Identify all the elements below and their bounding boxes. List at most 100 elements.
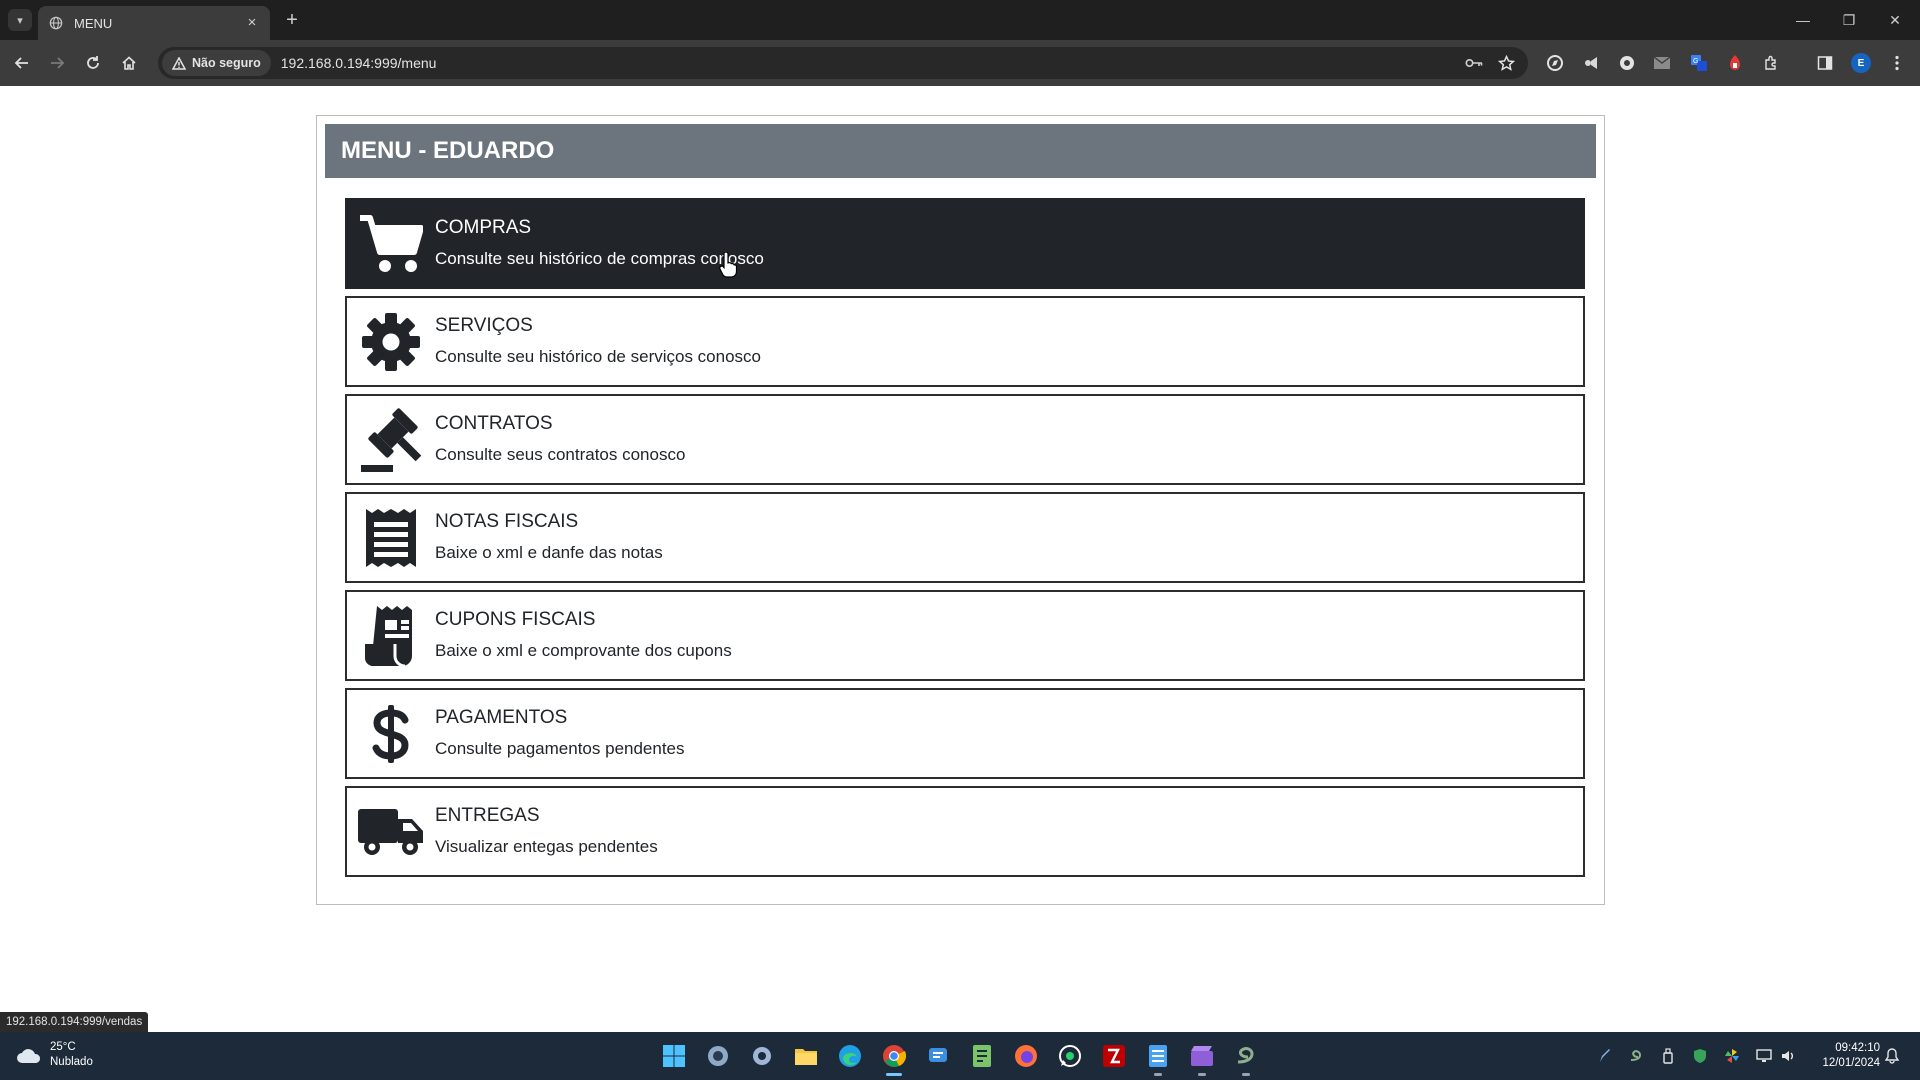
tray-volume-icon[interactable] — [1778, 1046, 1798, 1066]
minimize-button[interactable]: — — [1780, 6, 1826, 34]
side-panel-icon[interactable] — [1814, 52, 1836, 74]
app-round-icon — [708, 1046, 728, 1066]
system-clock[interactable]: 09:42:10 12/01/2024 — [1808, 1041, 1880, 1071]
menu-item-subtitle: Consulte pagamentos pendentes — [435, 739, 685, 758]
notification-bell-icon[interactable] — [1882, 1046, 1902, 1066]
notepad-icon — [1149, 1045, 1167, 1067]
extension-red-icon[interactable] — [1724, 52, 1746, 74]
tray-app-icon[interactable] — [1626, 1046, 1646, 1066]
start-button[interactable] — [658, 1040, 690, 1072]
extensions-puzzle-icon[interactable] — [1760, 52, 1782, 74]
home-icon — [122, 56, 136, 70]
reload-icon — [87, 56, 99, 69]
chrome-browser-icon — [883, 1045, 906, 1067]
back-button[interactable] — [8, 49, 36, 77]
app-logo-icon — [1237, 1047, 1254, 1064]
menu-item-subtitle: Consulte seu histórico de serviços conos… — [435, 347, 761, 366]
browser-menu-icon[interactable] — [1886, 52, 1908, 74]
taskbar-app-blue[interactable] — [922, 1040, 954, 1072]
taskbar-file-explorer[interactable] — [790, 1040, 822, 1072]
browser-tab[interactable]: MENU × — [38, 6, 270, 40]
menu-item-title: PAGAMENTOS — [435, 707, 568, 728]
extension-mail-icon[interactable] — [1651, 52, 1673, 74]
extension-record-icon[interactable] — [1616, 52, 1638, 74]
tray-pinwheel-icon[interactable] — [1722, 1046, 1742, 1066]
folder-icon — [795, 1049, 817, 1065]
menu-item-cupons-fiscais[interactable]: CUPONS FISCAIS Baixe o xml e comprovante… — [345, 590, 1585, 681]
forward-arrow-icon — [51, 57, 65, 69]
url-text[interactable]: 192.168.0.194:999/menu — [281, 55, 437, 71]
tray-pen-icon[interactable] — [1594, 1046, 1614, 1066]
clock-time: 09:42:10 — [1835, 1042, 1880, 1054]
shopping-cart-icon — [347, 198, 435, 289]
filezilla-icon — [1103, 1045, 1125, 1067]
menu-item-subtitle: Baixe o xml e comprovante dos cupons — [435, 641, 732, 660]
close-window-button[interactable]: ✕ — [1872, 6, 1918, 34]
security-indicator[interactable]: Não seguro — [162, 50, 271, 76]
forward-button[interactable] — [43, 49, 71, 77]
password-key-icon[interactable] — [1464, 53, 1484, 73]
taskbar-edge[interactable] — [834, 1040, 866, 1072]
taskbar-notes[interactable] — [1142, 1040, 1174, 1076]
restore-button[interactable]: ❐ — [1826, 6, 1872, 34]
app-chat-icon — [929, 1048, 947, 1062]
reload-button[interactable] — [79, 49, 107, 77]
menu-item-servicos[interactable]: SERVIÇOS Consulte seu histórico de servi… — [345, 296, 1585, 387]
menu-panel: MENU - EDUARDO COMPRAS Consulte seu hist… — [316, 115, 1605, 905]
tray-shield-icon[interactable] — [1690, 1046, 1710, 1066]
tab-close-icon[interactable]: × — [244, 15, 260, 31]
taskbar-media[interactable] — [1186, 1040, 1218, 1076]
menu-item-pagamentos[interactable]: PAGAMENTOS Consulte pagamentos pendentes — [345, 688, 1585, 779]
weather-widget[interactable]: 25°C Nublado — [16, 1040, 93, 1070]
tray-network-icon[interactable] — [1754, 1046, 1774, 1066]
link-status-bar: 192.168.0.194:999/vendas — [0, 1012, 149, 1032]
address-bar[interactable]: Não seguro 192.168.0.194:999/menu — [158, 47, 1528, 79]
menu-item-subtitle: Visualizar entegas pendentes — [435, 837, 658, 856]
menu-item-entregas[interactable]: ENTREGAS Visualizar entegas pendentes — [345, 786, 1585, 877]
menu-item-notas-fiscais[interactable]: NOTAS FISCAIS Baixe o xml e danfe das no… — [345, 492, 1585, 583]
gavel-icon — [347, 394, 435, 485]
windows-logo-icon — [663, 1045, 685, 1067]
weather-condition: Nublado — [50, 1056, 93, 1068]
hand-cursor-icon — [719, 252, 737, 278]
bookmark-star-icon[interactable] — [1496, 53, 1516, 73]
dollar-icon — [347, 688, 435, 779]
menu-item-subtitle: Consulte seus contratos conosco — [435, 445, 686, 464]
security-label: Não seguro — [192, 56, 261, 70]
taskbar-app-green[interactable] — [966, 1040, 998, 1072]
menu-item-contratos[interactable]: CONTRATOS Consulte seus contratos conosc… — [345, 394, 1585, 485]
profile-avatar[interactable]: E — [1850, 52, 1872, 74]
taskbar-app-serpent[interactable] — [1230, 1040, 1262, 1076]
menu-item-subtitle: Baixe o xml e danfe das notas — [435, 543, 663, 562]
taskbar-app-widget[interactable] — [702, 1040, 734, 1072]
menu-item-subtitle: Consulte seu histórico de compras conosc… — [435, 249, 764, 268]
truck-icon — [347, 786, 435, 877]
menu-item-title: ENTREGAS — [435, 805, 540, 826]
browser-toolbar: Não seguro 192.168.0.194:999/menu G E — [0, 40, 1920, 86]
taskbar-whatsapp[interactable] — [1054, 1040, 1086, 1072]
page-title: MENU - EDUARDO — [325, 124, 1596, 178]
back-arrow-icon — [14, 57, 28, 69]
settings-gear-icon — [753, 1047, 771, 1065]
menu-item-title: COMPRAS — [435, 217, 532, 238]
receipt-icon — [347, 492, 435, 583]
tab-search-button[interactable]: ▾ — [8, 9, 32, 31]
firefox-icon — [1015, 1045, 1037, 1067]
extension-translate-icon[interactable]: G — [1688, 52, 1710, 74]
tray-usb-icon[interactable] — [1658, 1046, 1678, 1066]
new-tab-button[interactable]: + — [280, 9, 304, 33]
svg-text:G: G — [1693, 58, 1698, 65]
clapper-icon — [1191, 1046, 1213, 1066]
clock-date: 12/01/2024 — [1822, 1057, 1880, 1069]
extension-share-icon[interactable] — [1580, 52, 1602, 74]
edge-browser-icon — [839, 1045, 861, 1067]
spreadsheet-icon — [973, 1045, 991, 1067]
taskbar-firefox[interactable] — [1010, 1040, 1042, 1072]
taskbar-filezilla[interactable] — [1098, 1040, 1130, 1072]
extension-compass-icon[interactable] — [1544, 52, 1566, 74]
menu-item-compras[interactable]: COMPRAS Consulte seu histórico de compra… — [345, 198, 1585, 289]
home-button[interactable] — [115, 49, 143, 77]
taskbar-chrome[interactable] — [878, 1040, 910, 1076]
taskbar-settings[interactable] — [746, 1040, 778, 1072]
weather-temperature: 25°C — [50, 1041, 76, 1053]
